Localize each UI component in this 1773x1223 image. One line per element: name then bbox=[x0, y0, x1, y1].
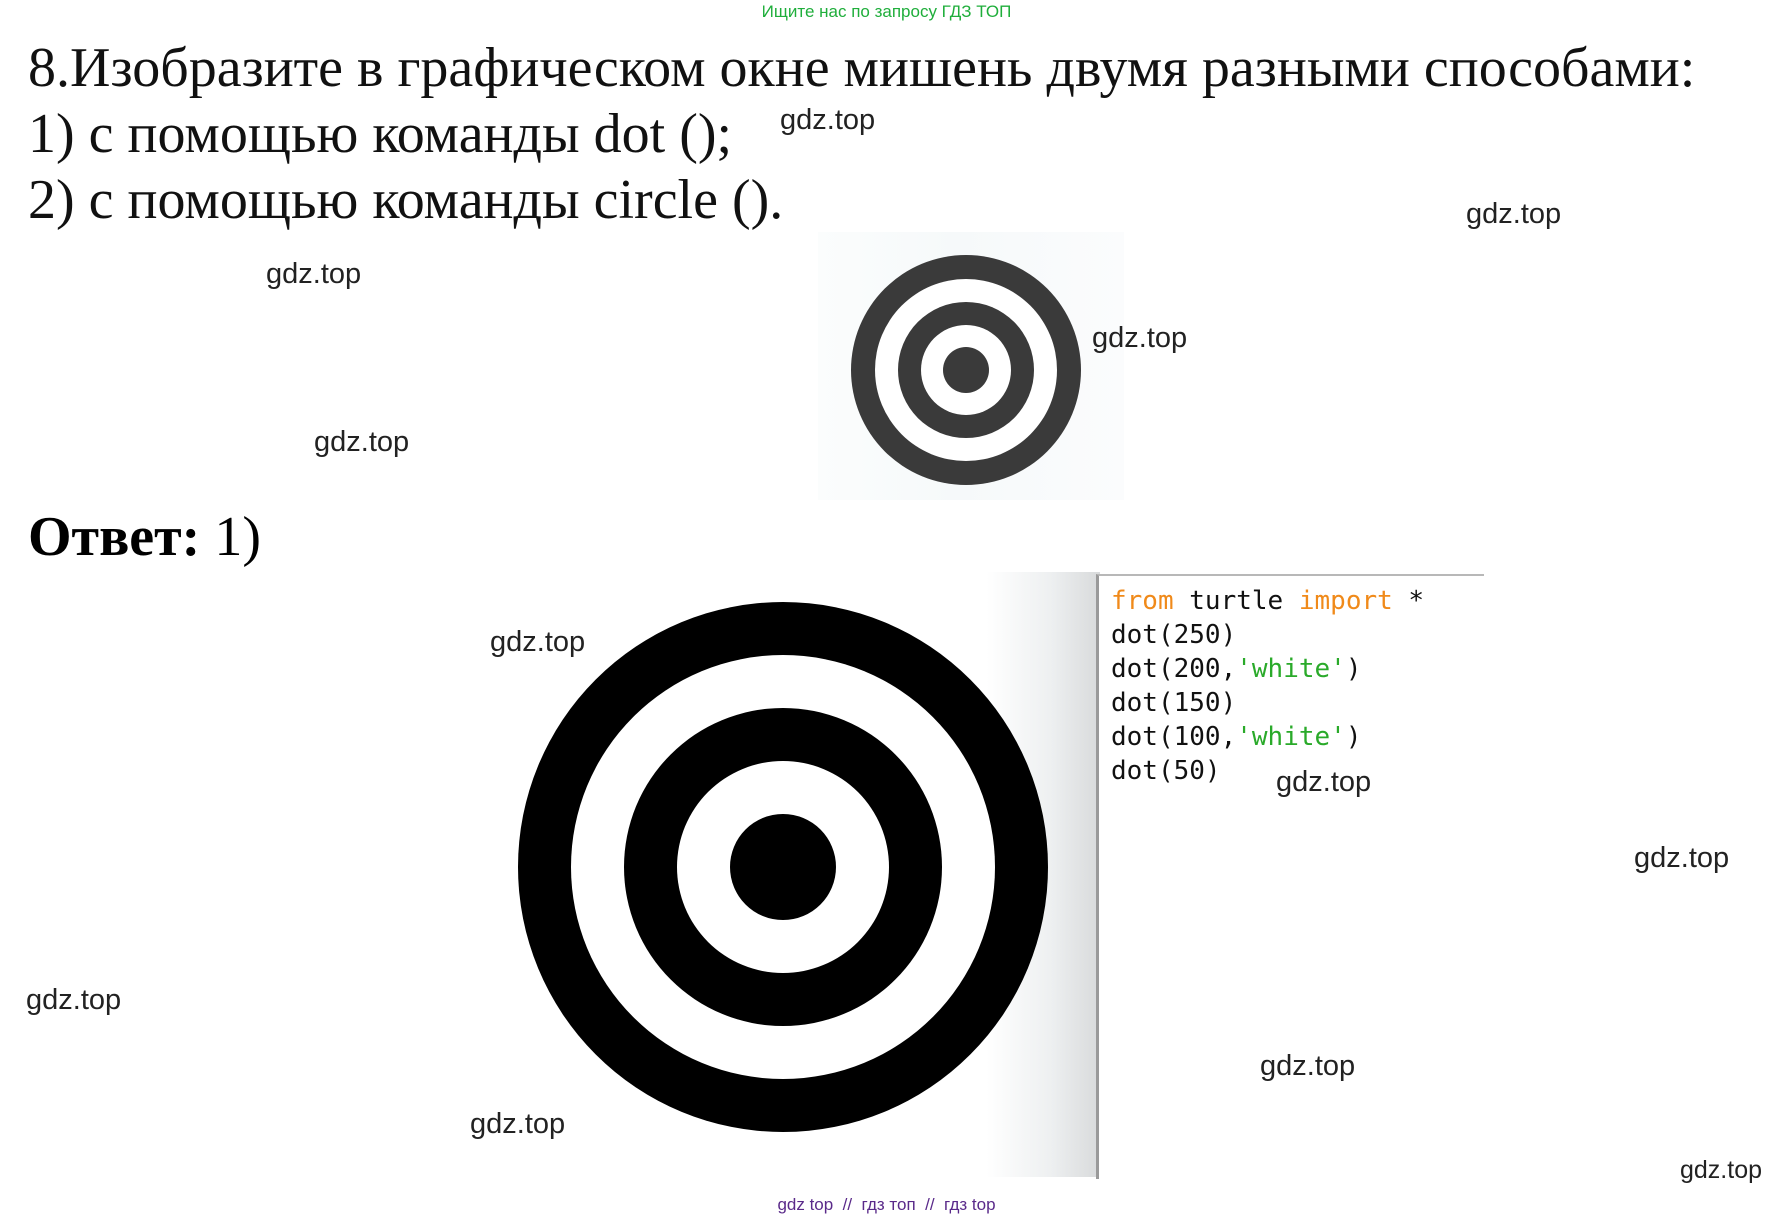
code-call: dot(200, bbox=[1111, 654, 1237, 684]
code-string: 'white' bbox=[1236, 654, 1346, 684]
watermark: gdz.top bbox=[1680, 1156, 1763, 1184]
footer-links: gdz top // гдз топ // гдз top bbox=[777, 1195, 996, 1214]
watermark: gdz.top bbox=[780, 104, 876, 136]
watermark: gdz.top bbox=[1092, 322, 1188, 354]
answer-heading: Ответ: 1) bbox=[28, 505, 261, 569]
task-option-2: 2) с помощью команды circle (). bbox=[28, 169, 784, 231]
code-line-6: dot(50) bbox=[1111, 756, 1221, 786]
module-name: turtle bbox=[1173, 586, 1299, 616]
top-banner: Ищите нас по запросу ГДЗ ТОП bbox=[761, 2, 1012, 21]
watermark: gdz.top bbox=[1466, 198, 1562, 230]
code-line-3: dot(200,'white') bbox=[1111, 652, 1361, 686]
book-target-illustration bbox=[818, 232, 1124, 500]
code-close: ) bbox=[1345, 654, 1362, 684]
watermark: gdz.top bbox=[1634, 842, 1730, 874]
watermark: gdz.top bbox=[314, 426, 410, 458]
code-editor: from turtle import * dot(250) dot(200,'w… bbox=[1096, 574, 1484, 1179]
watermark: gdz.top bbox=[490, 626, 586, 658]
task-title: 8.Изобразите в графическом окне мишень д… bbox=[28, 37, 1696, 99]
book-target-icon bbox=[851, 255, 1081, 485]
code-line-5: dot(100,'white') bbox=[1111, 720, 1361, 754]
watermark: gdz.top bbox=[470, 1108, 566, 1140]
book-ring-center bbox=[943, 347, 989, 393]
target-drawing bbox=[518, 602, 1048, 1132]
answer-label: Ответ: bbox=[28, 506, 201, 568]
watermark: gdz.top bbox=[1260, 1050, 1356, 1082]
code-close: ) bbox=[1345, 722, 1362, 752]
watermark: gdz.top bbox=[26, 984, 122, 1016]
watermark: gdz.top bbox=[266, 258, 362, 290]
watermark: gdz.top bbox=[1276, 766, 1372, 798]
keyword-from: from bbox=[1111, 586, 1174, 616]
code-line-2: dot(250) bbox=[1111, 620, 1237, 650]
turtle-graphics-window bbox=[470, 572, 1100, 1177]
task-option-1: 1) с помощью команды dot (); bbox=[28, 103, 733, 165]
answer-item: 1) bbox=[214, 506, 261, 568]
code-string: 'white' bbox=[1236, 722, 1346, 752]
import-star: * bbox=[1392, 586, 1425, 616]
dot-50 bbox=[730, 814, 836, 920]
code-call: dot(100, bbox=[1111, 722, 1237, 752]
keyword-import: import bbox=[1298, 586, 1393, 616]
code-line-1: from turtle import * bbox=[1111, 584, 1424, 618]
code-line-4: dot(150) bbox=[1111, 688, 1237, 718]
